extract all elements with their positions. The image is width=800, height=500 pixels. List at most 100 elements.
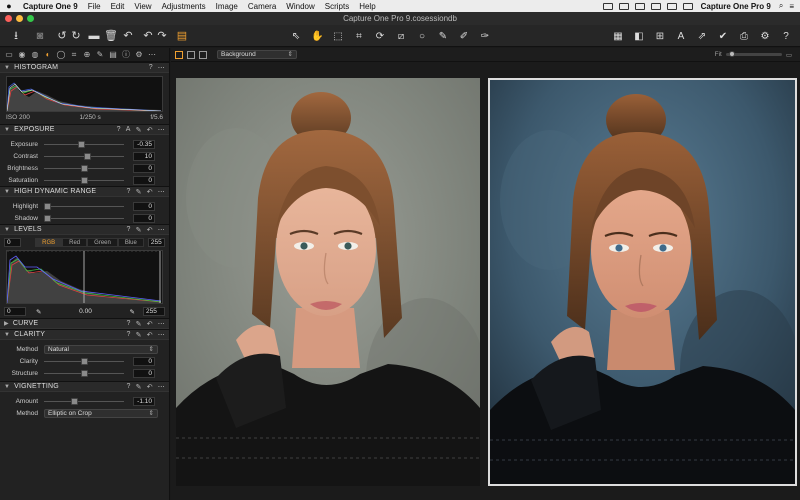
menu-icon[interactable]: ⋯ xyxy=(158,331,165,339)
keystone-tool-icon[interactable]: ⧄ xyxy=(395,31,407,42)
output-tab-icon[interactable]: ⚙ xyxy=(134,50,144,60)
reset-icon[interactable]: ↶ xyxy=(147,383,153,391)
details-tab-icon[interactable]: ⊕ xyxy=(82,50,92,60)
picker-icon[interactable]: ✎ xyxy=(136,188,142,196)
proof-view-icon[interactable] xyxy=(199,50,207,59)
levels-out-low-input[interactable]: 0 xyxy=(4,307,26,316)
help-icon[interactable]: ? xyxy=(117,126,121,134)
clarity-slider-slider[interactable] xyxy=(44,357,124,365)
exposure-slider-value[interactable]: 0 xyxy=(133,175,155,185)
apple-menu-icon[interactable]: ● xyxy=(0,1,18,11)
levels-tab-red[interactable]: Red xyxy=(62,238,88,247)
notifications-icon[interactable]: ≡ xyxy=(789,2,794,11)
zoom-knob[interactable] xyxy=(728,51,735,57)
slider-knob[interactable] xyxy=(80,176,88,184)
brush-tool-icon[interactable]: ✐ xyxy=(458,31,470,42)
camera-tray-icon[interactable] xyxy=(602,2,613,10)
white-picker-icon[interactable]: ✎ xyxy=(130,308,135,316)
reset-icon[interactable]: ↶ xyxy=(147,226,153,234)
menu-view[interactable]: View xyxy=(129,2,156,11)
rotate-tool-icon[interactable]: ⟳ xyxy=(374,31,386,42)
multi-view-icon[interactable] xyxy=(175,50,183,59)
menu-help[interactable]: Help xyxy=(354,2,380,11)
reset-icon[interactable]: ↶ xyxy=(147,126,153,134)
lens-tab-icon[interactable]: ◯ xyxy=(56,50,66,60)
levels-tab-green[interactable]: Green xyxy=(87,238,118,247)
hdr-slider-value[interactable]: 0 xyxy=(133,213,155,223)
levels-low-input[interactable]: 0 xyxy=(4,238,22,247)
more-tabs-icon[interactable]: ⋯ xyxy=(147,50,157,60)
menu-icon[interactable]: ⋯ xyxy=(158,383,165,391)
menu-icon[interactable]: ⋯ xyxy=(158,226,165,234)
picker-icon[interactable]: ✎ xyxy=(136,320,142,328)
black-picker-icon[interactable]: ✎ xyxy=(36,308,41,316)
wifi-tray-icon[interactable] xyxy=(666,2,677,10)
mail-tray-icon[interactable] xyxy=(650,2,661,10)
levels-out-high-input[interactable]: 255 xyxy=(143,307,165,316)
menu-edit[interactable]: Edit xyxy=(106,2,130,11)
slider-knob[interactable] xyxy=(71,397,78,405)
hdr-header[interactable]: ▼ HIGH DYNAMIC RANGE ? ✎ ↶ ⋯ xyxy=(0,186,169,197)
zoom-tool-icon[interactable]: ⬚ xyxy=(332,31,344,42)
grid-overlay-icon[interactable]: ⊞ xyxy=(654,31,666,42)
export-icon[interactable]: ⇗ xyxy=(696,31,708,42)
undo-icon[interactable]: ↶ xyxy=(142,30,154,42)
picker-icon[interactable]: ✎ xyxy=(136,126,142,134)
print-icon[interactable]: ⎙ xyxy=(738,31,750,42)
vignetting-amount-value[interactable]: -1.10 xyxy=(133,396,155,406)
menu-image[interactable]: Image xyxy=(211,2,243,11)
vignetting-amount-slider[interactable] xyxy=(44,397,124,405)
metadata-tab-icon[interactable]: ⓘ xyxy=(121,50,131,60)
audio-tray-icon[interactable] xyxy=(682,2,693,10)
exposure-tab-icon[interactable]: ◐ xyxy=(43,50,53,60)
pan-tool-icon[interactable]: ✋ xyxy=(311,31,323,42)
menu-icon[interactable]: ⋯ xyxy=(158,320,165,328)
spot-removal-icon[interactable]: ○ xyxy=(416,31,428,42)
grid-view-icon[interactable]: ▦ xyxy=(612,31,624,42)
screen-tray-icon[interactable] xyxy=(618,2,629,10)
copy-apply-adjustments-icon[interactable]: ▤ xyxy=(176,30,188,42)
capture-tab-icon[interactable]: ◉ xyxy=(17,50,27,60)
reset-icon[interactable]: ↶ xyxy=(147,331,153,339)
layer-select[interactable]: Background ⇕ xyxy=(217,50,297,59)
menu-app[interactable]: Capture One 9 xyxy=(18,2,83,11)
reset-icon[interactable]: ↶ xyxy=(147,320,153,328)
exposure-slider-value[interactable]: 10 xyxy=(133,151,155,161)
vignetting-method-select[interactable]: Elliptic on Crop ⇕ xyxy=(44,408,158,418)
levels-tab-blue[interactable]: Blue xyxy=(117,238,144,247)
color-tab-icon[interactable]: ◍ xyxy=(30,50,40,60)
adjustments-tab-icon[interactable]: ▤ xyxy=(108,50,118,60)
help-icon[interactable]: ? xyxy=(127,226,131,234)
trash-icon[interactable]: 🗑 xyxy=(104,30,118,42)
single-view-icon[interactable] xyxy=(187,50,195,59)
exposure-header[interactable]: ▼ EXPOSURE ? A ✎ ↶ ⋯ xyxy=(0,124,169,135)
picker-tool-icon[interactable]: ✎ xyxy=(437,31,449,42)
library-tab-icon[interactable]: ▭ xyxy=(4,50,14,60)
histogram-header[interactable]: ▼ HISTOGRAM ? ⋯ xyxy=(0,62,169,73)
fit-label[interactable]: Fit xyxy=(715,51,722,58)
help-icon[interactable]: ? xyxy=(780,31,792,42)
process-icon[interactable]: ✔ xyxy=(717,31,729,42)
variant-original[interactable] xyxy=(176,78,480,486)
vignetting-header[interactable]: ▼ VIGNETTING ? ✎ ↶ ⋯ xyxy=(0,381,169,392)
hdr-slider-slider[interactable] xyxy=(44,214,124,222)
levels-high-input[interactable]: 255 xyxy=(147,238,165,247)
slider-knob[interactable] xyxy=(44,214,51,222)
exposure-slider-value[interactable]: -0.35 xyxy=(133,139,155,149)
select-tool-icon[interactable]: ⇖ xyxy=(290,31,302,42)
redo-icon[interactable]: ↷ xyxy=(156,30,168,42)
help-icon[interactable]: ? xyxy=(127,320,131,328)
annotate-tool-icon[interactable]: ✑ xyxy=(479,31,491,42)
picker-icon[interactable]: ✎ xyxy=(136,331,142,339)
local-adjustments-tab-icon[interactable]: ✎ xyxy=(95,50,105,60)
slider-knob[interactable] xyxy=(80,164,88,172)
curve-header[interactable]: ▶ CURVE ? ✎ ↶ ⋯ xyxy=(0,318,169,329)
help-icon[interactable]: ? xyxy=(127,383,131,391)
levels-header[interactable]: ▼ LEVELS ? ✎ ↶ ⋯ xyxy=(0,224,169,235)
move-to-folder-icon[interactable]: ▬ xyxy=(88,30,100,42)
exposure-slider-slider[interactable] xyxy=(44,152,124,160)
settings-icon[interactable]: ⚙ xyxy=(759,31,771,42)
hdr-slider-value[interactable]: 0 xyxy=(133,201,155,211)
exposure-slider-slider[interactable] xyxy=(44,164,124,172)
clarity-method-select[interactable]: Natural ⇕ xyxy=(44,344,158,354)
